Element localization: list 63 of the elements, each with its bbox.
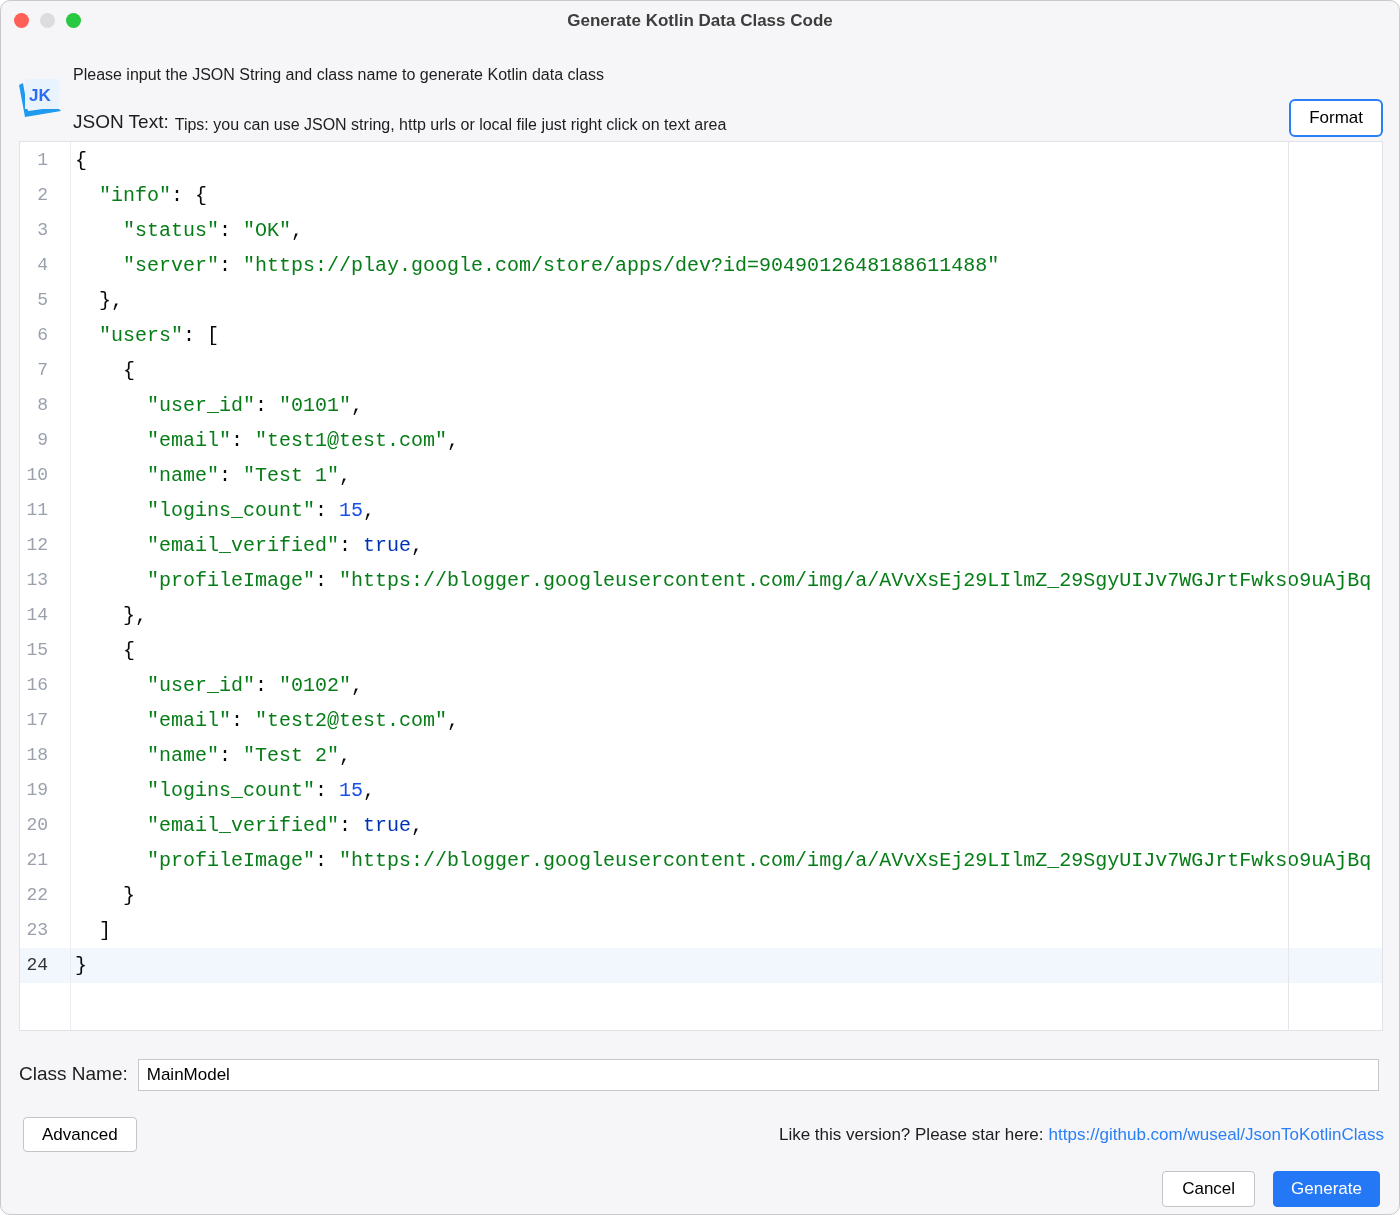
code-line: "name": "Test 2",	[146, 742, 353, 769]
line-number: 9	[36, 428, 49, 452]
code-line: ]	[98, 917, 112, 944]
line-number: 23	[25, 918, 49, 942]
code-line: },	[122, 602, 148, 629]
code-line: }	[122, 882, 136, 909]
line-number: 15	[25, 638, 49, 662]
code-line: "users": [	[98, 322, 221, 349]
line-number: 2	[36, 183, 49, 207]
line-number: 1	[36, 148, 49, 172]
code-line: "server": "https://play.google.com/store/apps/dev?id=9049012648188611488"	[122, 252, 1001, 279]
line-number: 21	[25, 848, 49, 872]
minimize-icon[interactable]	[40, 13, 55, 28]
line-number: 13	[25, 568, 49, 592]
generate-button[interactable]: Generate	[1273, 1171, 1380, 1207]
advanced-button[interactable]: Advanced	[23, 1116, 137, 1152]
line-number: 16	[25, 673, 49, 697]
code-line: "profileImage": "https://blogger.googleusercontent.com/img/a/AVvXsEj29LIlmZ_29SgyUIJv7WGJrtFwkso9uAjBq	[146, 847, 1373, 874]
line-number: 8	[36, 393, 49, 417]
line-number: 19	[25, 778, 49, 802]
line-number: 17	[25, 708, 49, 732]
class-name-label: Class Name:	[19, 1062, 128, 1087]
code-line: "status": "OK",	[122, 217, 305, 244]
class-name-field[interactable]: MainModel	[137, 1058, 1379, 1091]
code-line: "user_id": "0101",	[146, 392, 365, 419]
code-line: "name": "Test 1",	[146, 462, 353, 489]
code-line: "email_verified": true,	[146, 532, 425, 559]
line-number: 5	[36, 288, 49, 312]
line-number: 6	[36, 323, 49, 347]
line-number: 24	[20, 947, 70, 983]
cancel-button[interactable]: Cancel	[1162, 1171, 1256, 1207]
code-line: "user_id": "0102",	[146, 672, 365, 699]
star-text: Like this version? Please star here:	[778, 1123, 1044, 1146]
close-icon[interactable]	[14, 13, 29, 28]
line-number: 20	[25, 813, 49, 837]
code-line: "email": "test1@test.com",	[146, 427, 461, 454]
code-line: },	[98, 287, 124, 314]
json-text-label: JSON Text:	[73, 110, 169, 134]
line-number: 12	[25, 533, 49, 557]
code-line: "email_verified": true,	[146, 812, 425, 839]
code-line: "logins_count": 15,	[146, 777, 377, 804]
code-line: "logins_count": 15,	[146, 497, 377, 524]
zoom-icon[interactable]	[66, 13, 81, 28]
line-number: 4	[36, 253, 49, 277]
format-button[interactable]: Format	[1289, 99, 1383, 137]
line-number: 22	[25, 883, 49, 907]
github-link[interactable]: https://github.com/wuseal/JsonToKotlinClass	[1048, 1121, 1384, 1147]
line-number: 14	[25, 603, 49, 627]
code-line: {	[122, 357, 136, 384]
tips-text: Tips: you can use JSON string, http urls or local file just right click on text area	[174, 114, 727, 135]
line-number: 3	[36, 218, 49, 242]
window-title: Generate Kotlin Data Class Code	[567, 10, 833, 33]
code-line: {	[74, 147, 88, 174]
code-line: "profileImage": "https://blogger.googleusercontent.com/img/a/AVvXsEj29LIlmZ_29SgyUIJv7WGJrtFwkso9uAjBq	[146, 567, 1373, 594]
line-number: 18	[25, 743, 49, 767]
json-editor[interactable]	[19, 140, 1383, 1031]
line-number: 10	[25, 463, 49, 487]
instruction-text: Please input the JSON String and class name to generate Kotlin data class	[73, 65, 605, 85]
code-line: "email": "test2@test.com",	[146, 707, 461, 734]
code-line: "info": {	[98, 182, 209, 209]
line-number: 7	[36, 358, 49, 382]
code-line: {	[122, 637, 136, 664]
line-number: 11	[25, 498, 49, 522]
